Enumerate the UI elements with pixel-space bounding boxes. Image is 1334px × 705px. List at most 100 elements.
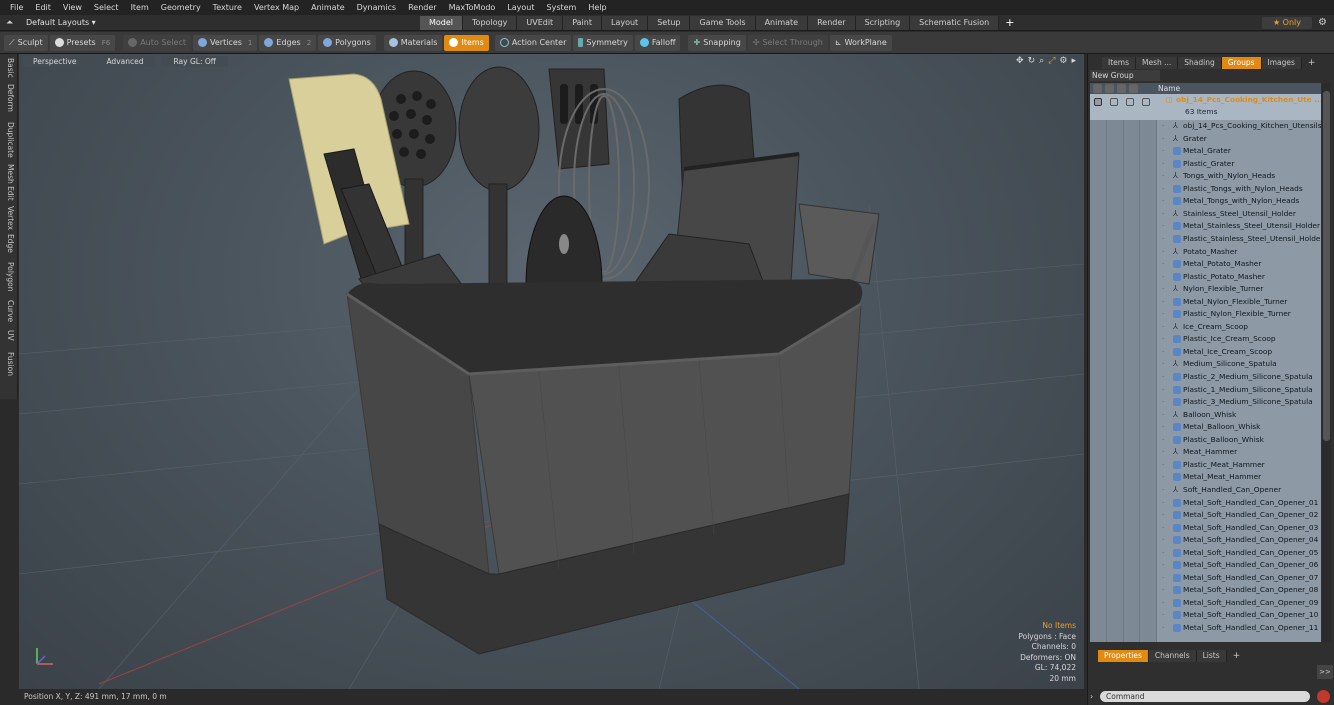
add-tab-icon[interactable]: + xyxy=(999,16,1020,30)
tab-uvedit[interactable]: UVEdit xyxy=(517,16,564,30)
fit-view-icon[interactable]: ⤢ xyxy=(1048,56,1055,66)
panel-tab-mesh[interactable]: Mesh ... xyxy=(1135,56,1179,69)
action-center-button[interactable]: Action Center xyxy=(494,34,572,51)
workplane-button[interactable]: ⊾ WorkPlane xyxy=(829,34,892,51)
group-lock-icon[interactable] xyxy=(1110,98,1118,106)
vertices-button[interactable]: Vertices 1 xyxy=(193,34,258,51)
list-item[interactable]: · Metal_Meat_Hammer xyxy=(1090,471,1321,484)
list-item[interactable]: · Metal_Stainless_Steel_Utensil_Holder xyxy=(1090,220,1321,233)
menu-item-render[interactable]: Render xyxy=(402,0,442,15)
tab-animate[interactable]: Animate xyxy=(755,16,809,30)
command-record-icon[interactable] xyxy=(1317,690,1330,703)
list-item[interactable]: · Metal_Soft_Handled_Can_Opener_11 xyxy=(1090,622,1321,635)
list-item[interactable]: · Plastic_Tongs_with_Nylon_Heads xyxy=(1090,183,1321,196)
menu-item-help[interactable]: Help xyxy=(582,0,612,15)
list-item[interactable]: · Metal_Soft_Handled_Can_Opener_08 xyxy=(1090,584,1321,597)
menu-item-animate[interactable]: Animate xyxy=(305,0,351,15)
list-item[interactable]: · ⅄ obj_14_Pcs_Cooking_Kitchen_Utensils... xyxy=(1090,120,1321,133)
list-item[interactable]: · Metal_Soft_Handled_Can_Opener_10 xyxy=(1090,609,1321,622)
move-view-icon[interactable]: ✥ xyxy=(1016,56,1024,66)
list-item[interactable]: · ⅄ Stainless_Steel_Utensil_Holder xyxy=(1090,208,1321,221)
command-input[interactable]: Command xyxy=(1100,691,1310,702)
tab-topology[interactable]: Topology xyxy=(463,16,518,30)
shading-advanced-button[interactable]: Advanced xyxy=(94,56,156,67)
falloff-button[interactable]: Falloff xyxy=(634,34,681,51)
list-item[interactable]: · Metal_Soft_Handled_Can_Opener_02 xyxy=(1090,509,1321,522)
add-panel-tab-icon[interactable]: + xyxy=(1302,57,1322,69)
menu-item-geometry[interactable]: Geometry xyxy=(155,0,207,15)
menu-item-layout[interactable]: Layout xyxy=(501,0,540,15)
list-item[interactable]: · ⅄ Ice_Cream_Scoop xyxy=(1090,321,1321,334)
list-item[interactable]: · ⅄ Grater xyxy=(1090,133,1321,146)
expand-button[interactable]: >> xyxy=(1317,665,1333,679)
bottom-tab-properties[interactable]: Properties xyxy=(1098,649,1149,662)
bottom-tab-lists[interactable]: Lists xyxy=(1196,649,1227,662)
list-item[interactable]: · Plastic_Potato_Masher xyxy=(1090,271,1321,284)
bottom-tab-channels[interactable]: Channels xyxy=(1148,649,1197,662)
edges-button[interactable]: Edges 2 xyxy=(259,34,317,51)
layout-home-icon[interactable]: ⏶ xyxy=(6,18,16,28)
list-item[interactable]: · Plastic_1_Medium_Silicone_Spatula xyxy=(1090,384,1321,397)
tab-scripting[interactable]: Scripting xyxy=(855,16,911,30)
tab-model[interactable]: Model xyxy=(420,16,464,30)
list-item[interactable]: · Metal_Tongs_with_Nylon_Heads xyxy=(1090,195,1321,208)
tab-schematic-fusion[interactable]: Schematic Fusion xyxy=(910,16,1000,30)
gear-icon[interactable]: ⚙ xyxy=(1318,16,1327,30)
3d-viewport[interactable]: Perspective Advanced Ray GL: Off ✥ ↻ ⌕ ⤢… xyxy=(19,54,1084,689)
menu-item-edit[interactable]: Edit xyxy=(29,0,57,15)
scrollbar-thumb[interactable] xyxy=(1323,91,1330,441)
left-tab-curve[interactable]: Curve xyxy=(3,300,15,322)
list-item[interactable]: · Metal_Grater xyxy=(1090,145,1321,158)
only-toggle[interactable]: ★ Only xyxy=(1262,17,1312,29)
materials-button[interactable]: Materials xyxy=(383,34,443,51)
raygl-toggle[interactable]: Ray GL: Off xyxy=(161,56,228,67)
left-tab-duplicate[interactable]: Duplicate xyxy=(3,122,15,158)
list-item[interactable]: · Metal_Soft_Handled_Can_Opener_06 xyxy=(1090,559,1321,572)
list-item[interactable]: · Plastic_Meat_Hammer xyxy=(1090,459,1321,472)
list-item[interactable]: · Plastic_2_Medium_Silicone_Spatula xyxy=(1090,371,1321,384)
menu-item-system[interactable]: System xyxy=(541,0,583,15)
list-item[interactable]: · ⅄ Balloon_Whisk xyxy=(1090,409,1321,422)
tab-paint[interactable]: Paint xyxy=(563,16,602,30)
list-item[interactable]: · Metal_Soft_Handled_Can_Opener_05 xyxy=(1090,547,1321,560)
new-group-button[interactable]: New Group xyxy=(1090,70,1160,81)
menu-item-vertex-map[interactable]: Vertex Map xyxy=(248,0,305,15)
menu-item-texture[interactable]: Texture xyxy=(207,0,248,15)
list-item[interactable]: · Metal_Soft_Handled_Can_Opener_03 xyxy=(1090,522,1321,535)
lock-icon[interactable] xyxy=(1105,84,1114,93)
list-item[interactable]: · Metal_Potato_Masher xyxy=(1090,258,1321,271)
list-item[interactable]: · ⅄ Soft_Handled_Can_Opener xyxy=(1090,484,1321,497)
groups-scrollbar[interactable] xyxy=(1322,83,1331,642)
render-icon[interactable] xyxy=(1117,84,1126,93)
presets-button[interactable]: Presets F6 xyxy=(49,34,116,51)
menu-item-file[interactable]: File xyxy=(4,0,29,15)
group-select-icon[interactable] xyxy=(1142,98,1150,106)
left-tab-deform[interactable]: Deform xyxy=(3,84,15,112)
symmetry-button[interactable]: Symmetry xyxy=(573,34,633,51)
list-item[interactable]: · Plastic_Stainless_Steel_Utensil_Holder xyxy=(1090,233,1321,246)
list-item[interactable]: · Metal_Soft_Handled_Can_Opener_04 xyxy=(1090,534,1321,547)
list-item[interactable]: · Metal_Nylon_Flexible_Turner xyxy=(1090,296,1321,309)
list-item[interactable]: · Plastic_Ice_Cream_Scoop xyxy=(1090,333,1321,346)
list-item[interactable]: · ⅄ Medium_Silicone_Spatula xyxy=(1090,358,1321,371)
panel-tab-images[interactable]: Images xyxy=(1261,56,1302,69)
view-perspective-button[interactable]: Perspective xyxy=(23,56,89,67)
group-row[interactable]: ◫ obj_14_Pcs_Cooking_Kitchen_Ute ... 63 … xyxy=(1090,94,1321,120)
tab-layout[interactable]: Layout xyxy=(601,16,649,30)
panel-tab-groups[interactable]: Groups xyxy=(1221,56,1262,69)
left-tab-uv[interactable]: UV xyxy=(3,330,15,341)
list-item[interactable]: · ⅄ Potato_Masher xyxy=(1090,246,1321,259)
zoom-view-icon[interactable]: ⌕ xyxy=(1039,56,1044,66)
menu-item-item[interactable]: Item xyxy=(125,0,155,15)
viewport-menu-icon[interactable]: ▸ xyxy=(1071,56,1076,66)
eye-icon[interactable] xyxy=(1093,84,1102,93)
list-item[interactable]: · Metal_Soft_Handled_Can_Opener_09 xyxy=(1090,597,1321,610)
group-visible-icon[interactable] xyxy=(1094,98,1102,106)
group-render-icon[interactable] xyxy=(1126,98,1134,106)
polygons-button[interactable]: Polygons xyxy=(318,34,376,51)
panel-tab-items[interactable]: Items xyxy=(1102,56,1136,69)
left-tab-vertex[interactable]: Vertex xyxy=(3,206,15,230)
left-tab-mesh-edit[interactable]: Mesh Edit xyxy=(3,164,15,201)
left-tab-edge[interactable]: Edge xyxy=(3,234,15,253)
list-item[interactable]: · Plastic_3_Medium_Silicone_Spatula xyxy=(1090,396,1321,409)
